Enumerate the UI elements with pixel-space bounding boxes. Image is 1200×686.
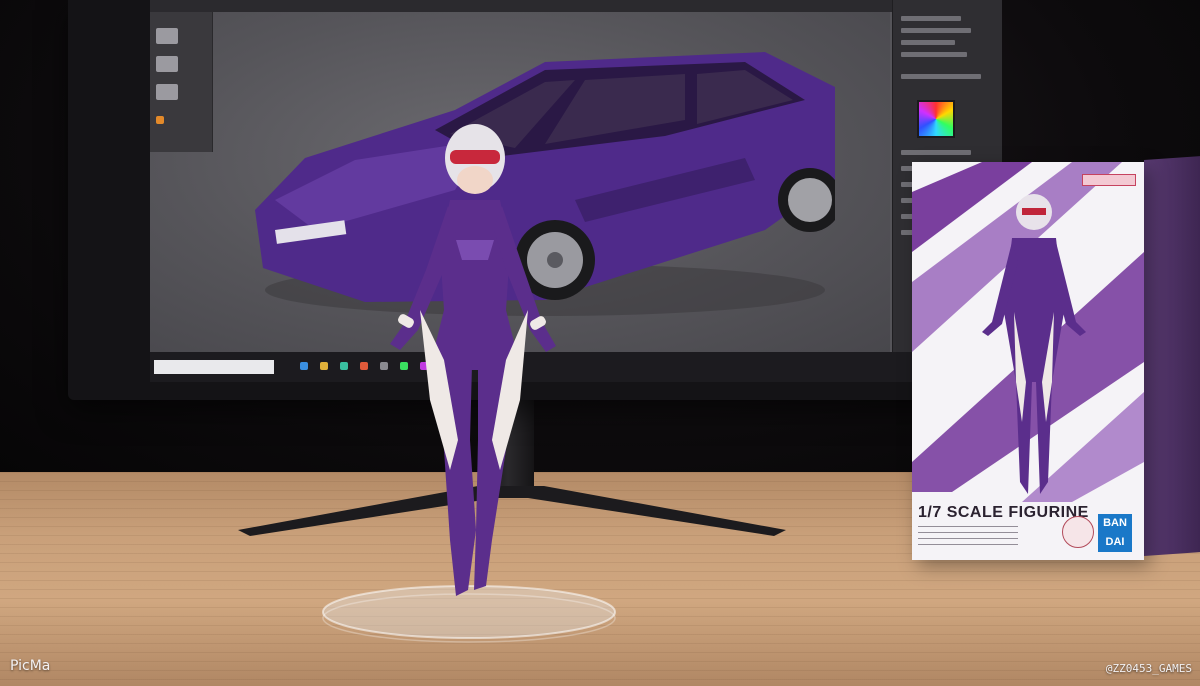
panel-row (901, 16, 961, 21)
panel-row (901, 74, 981, 79)
photo-scene: 1/7 SCALE FIGURINE BAN DAI PicMa @ZZ0453… (0, 0, 1200, 686)
box-emblem-icon (1062, 516, 1094, 548)
box-fineprint (918, 526, 1018, 548)
left-tool-panel (150, 12, 213, 152)
watermark-right: @ZZ0453_GAMES (1105, 662, 1192, 675)
tool-thumb (156, 84, 178, 100)
figure-box: 1/7 SCALE FIGURINE BAN DAI (912, 162, 1144, 560)
box-brand-logo: BAN DAI (1098, 514, 1132, 552)
box-badge (1082, 174, 1136, 186)
panel-row (901, 28, 971, 33)
tool-indicator (156, 116, 164, 124)
tool-thumb (156, 28, 178, 44)
panel-row (901, 40, 955, 45)
taskbar-app-icon (340, 362, 348, 370)
tool-thumb (156, 56, 178, 72)
taskbar-app-icon (300, 362, 308, 370)
app-title-bar (150, 0, 1002, 12)
anime-figurine (390, 124, 556, 596)
box-side-panel (1144, 156, 1200, 556)
taskbar-search (154, 360, 274, 374)
panel-row (901, 52, 967, 57)
panel-row (901, 150, 971, 155)
box-title: 1/7 SCALE FIGURINE (918, 504, 1089, 521)
watermark-left: PicMa (10, 658, 51, 674)
color-picker-icon (917, 100, 955, 138)
box-figure-art (982, 194, 1086, 494)
taskbar-app-icon (320, 362, 328, 370)
